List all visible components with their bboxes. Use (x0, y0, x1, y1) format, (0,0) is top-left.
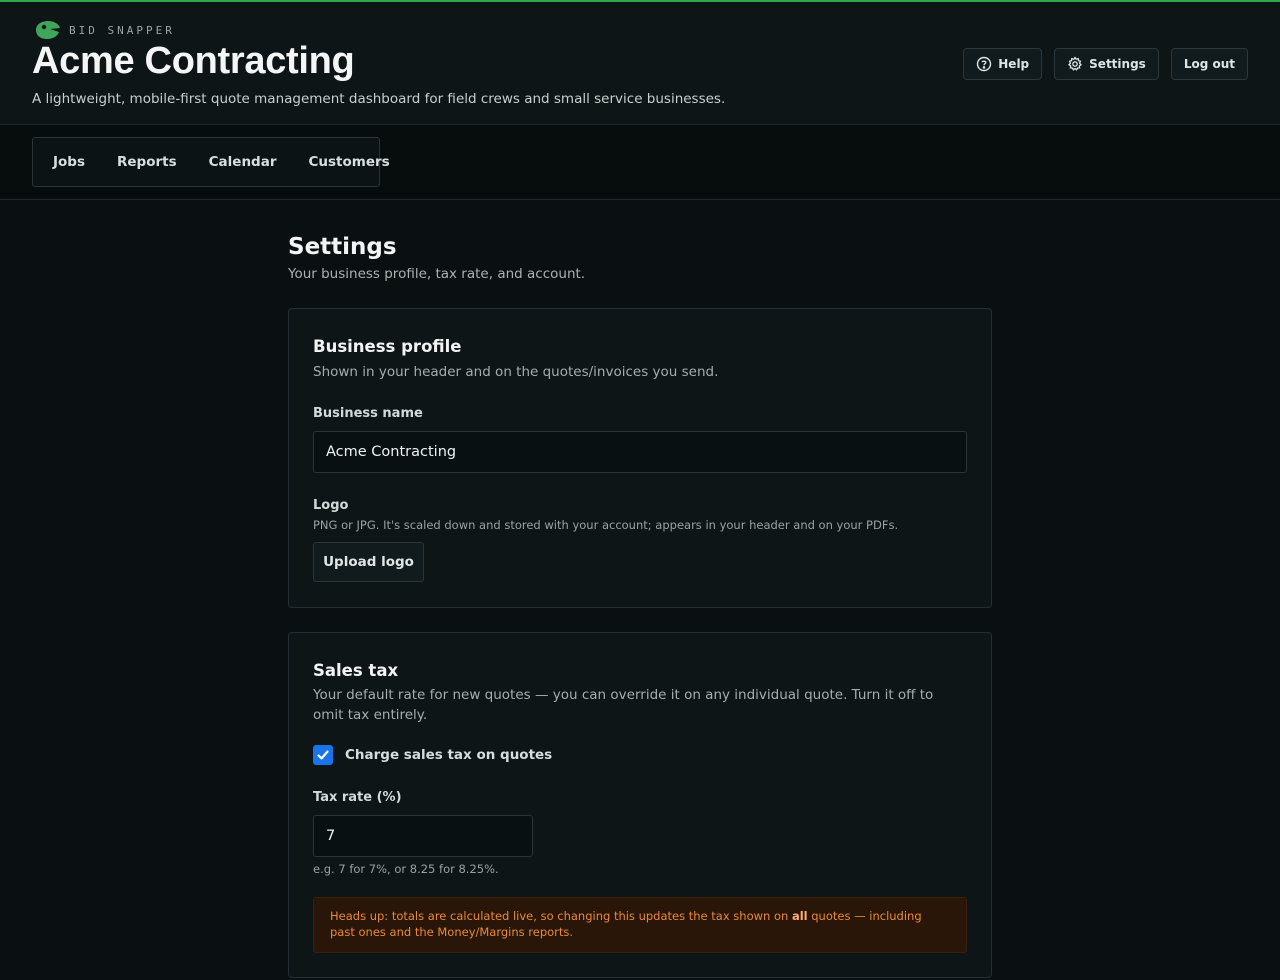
brand-name: BID SNAPPER (69, 23, 175, 37)
business-profile-description: Shown in your header and on the quotes/i… (313, 364, 719, 380)
tax-rate-hint: e.g. 7 for 7%, or 8.25 for 8.25%. (313, 862, 499, 876)
tagline: A lightweight, mobile-first quote manage… (32, 91, 726, 107)
business-title: Acme Contracting (32, 40, 355, 82)
gear-icon (1068, 56, 1083, 71)
tax-rate-input[interactable] (313, 815, 533, 857)
charge-tax-label[interactable]: Charge sales tax on quotes (345, 747, 552, 763)
logo-hint: PNG or JPG. It's scaled down and stored … (313, 518, 899, 532)
business-profile-card: Business profile Shown in your header an… (288, 308, 992, 608)
help-icon (977, 56, 992, 72)
warning-text-pre: Heads up: totals are calculated live, so… (330, 909, 792, 923)
business-profile-title: Business profile (313, 337, 462, 356)
app-header: BID SNAPPER Acme Contracting A lightweig… (0, 2, 1280, 125)
business-name-label: Business name (313, 406, 423, 421)
checkmark-icon (317, 750, 329, 760)
main-nav: Jobs Reports Calendar Customers (0, 125, 1280, 200)
logout-label: Log out (1183, 57, 1235, 71)
help-button[interactable]: Help (963, 48, 1043, 80)
nav-item-jobs[interactable]: Jobs (53, 154, 85, 170)
brand: BID SNAPPER (33, 20, 175, 40)
logout-button[interactable]: Log out (1170, 48, 1248, 80)
sales-tax-title: Sales tax (313, 661, 399, 680)
settings-label: Settings (1089, 57, 1146, 71)
tax-rate-label: Tax rate (%) (313, 790, 402, 805)
charge-tax-checkbox[interactable] (313, 745, 333, 765)
page-subtitle: Your business profile, tax rate, and acc… (288, 266, 586, 282)
sales-tax-card: Sales tax Your default rate for new quot… (288, 632, 992, 978)
sales-tax-description: Your default rate for new quotes — you c… (313, 687, 934, 723)
header-actions: Help Settings Log out (963, 48, 1248, 80)
nav-item-customers[interactable]: Customers (308, 154, 389, 170)
business-name-input[interactable] (313, 431, 967, 473)
tax-warning-banner: Heads up: totals are calculated live, so… (313, 897, 967, 953)
help-label: Help (998, 57, 1030, 71)
page-title: Settings (288, 234, 397, 260)
logo-label: Logo (313, 498, 349, 513)
settings-button[interactable]: Settings (1054, 48, 1159, 80)
nav-item-calendar[interactable]: Calendar (209, 154, 277, 170)
nav-tabs: Jobs Reports Calendar Customers (32, 137, 390, 187)
nav-item-reports[interactable]: Reports (117, 154, 177, 170)
upload-logo-button[interactable]: Upload logo (313, 542, 424, 582)
snapper-logo-icon (36, 21, 60, 39)
warning-text-bold: all (791, 909, 808, 923)
charge-tax-row: Charge sales tax on quotes (313, 745, 552, 765)
